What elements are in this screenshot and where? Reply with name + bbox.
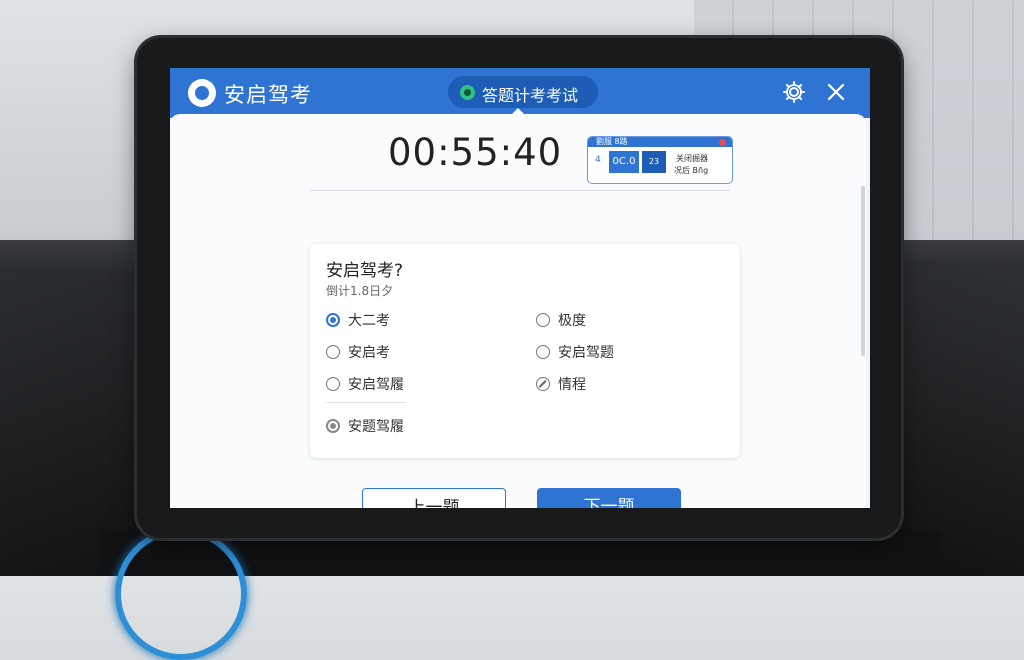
option-divider (326, 402, 406, 403)
app-title: 安启驾考 (224, 83, 312, 107)
radio-icon[interactable] (536, 345, 550, 359)
answer-option-5[interactable]: 安启驾履 (326, 374, 404, 394)
answer-option-2[interactable]: 极度 (536, 310, 586, 330)
answer-option-3[interactable]: 安启考 (326, 342, 390, 362)
mini-panel-title: 劉服 8路 (596, 137, 628, 146)
exam-panel: 00:55:40 劉服 8路 4 0C.0 23 关闭掘器 况后 Bñg 安启驾… (170, 114, 866, 508)
timer-divider (310, 190, 730, 191)
mini-status-panel[interactable]: 劉服 8路 4 0C.0 23 关闭掘器 况后 Bñg (587, 136, 733, 184)
dashboard-gauge (115, 528, 247, 660)
option-label: 情程 (558, 377, 586, 393)
tablet-screen: 安启驾考 答题计考考试 00:55:40 劉服 8路 4 0C.0 23 关闭掘… (170, 68, 870, 508)
mini-panel-count-box: 23 (642, 151, 666, 173)
option-label: 安启驾履 (348, 377, 404, 393)
countdown-timer: 00:55:40 (388, 131, 563, 174)
question-title: 安启驾考? (326, 261, 404, 281)
app-logo-icon (188, 79, 216, 107)
option-label: 安启驾题 (558, 345, 614, 361)
mini-panel-close-icon[interactable] (719, 139, 726, 146)
scrollbar[interactable] (861, 186, 865, 356)
radio-icon[interactable] (536, 313, 550, 327)
settings-gear-icon[interactable] (782, 80, 806, 104)
answer-option-7[interactable]: 安题驾履 (326, 416, 404, 436)
mode-label: 答题计考考试 (482, 86, 579, 105)
radio-icon[interactable] (326, 345, 340, 359)
answer-option-1[interactable]: 大二考 (326, 310, 390, 330)
tablet-device: 安启驾考 答题计考考试 00:55:40 劉服 8路 4 0C.0 23 关闭掘… (137, 38, 901, 538)
previous-question-button[interactable]: 上一题 (362, 488, 506, 508)
mini-panel-line-1: 关闭掘器 (676, 154, 708, 163)
radio-gray-icon[interactable] (326, 419, 340, 433)
answer-option-4[interactable]: 安启驾题 (536, 342, 614, 362)
option-label: 安题驾履 (348, 419, 404, 435)
option-label: 大二考 (348, 313, 390, 329)
mini-panel-score-box: 0C.0 (609, 151, 639, 173)
mini-panel-header: 劉服 8路 (588, 137, 732, 147)
close-icon[interactable] (824, 80, 848, 104)
radio-disabled-icon[interactable] (536, 377, 550, 391)
question-subtitle: 倒计1.8日夕 (326, 284, 394, 298)
status-dot-icon (460, 85, 475, 100)
question-card: 安启驾考? 倒计1.8日夕 大二考 极度 安启考 安启驾题 安启驾履 情程 安题… (310, 244, 740, 458)
option-label: 极度 (558, 313, 586, 329)
radio-checked-icon[interactable] (326, 313, 340, 327)
answer-option-6[interactable]: 情程 (536, 374, 586, 394)
mini-panel-number: 4 (595, 155, 601, 165)
mini-panel-line-2: 况后 Bñg (674, 166, 709, 175)
car-dashboard-right (884, 260, 1024, 576)
option-label: 安启考 (348, 345, 390, 361)
mode-indicator[interactable]: 答题计考考试 (448, 76, 598, 108)
next-question-button[interactable]: 下一题 (537, 488, 681, 508)
radio-icon[interactable] (326, 377, 340, 391)
